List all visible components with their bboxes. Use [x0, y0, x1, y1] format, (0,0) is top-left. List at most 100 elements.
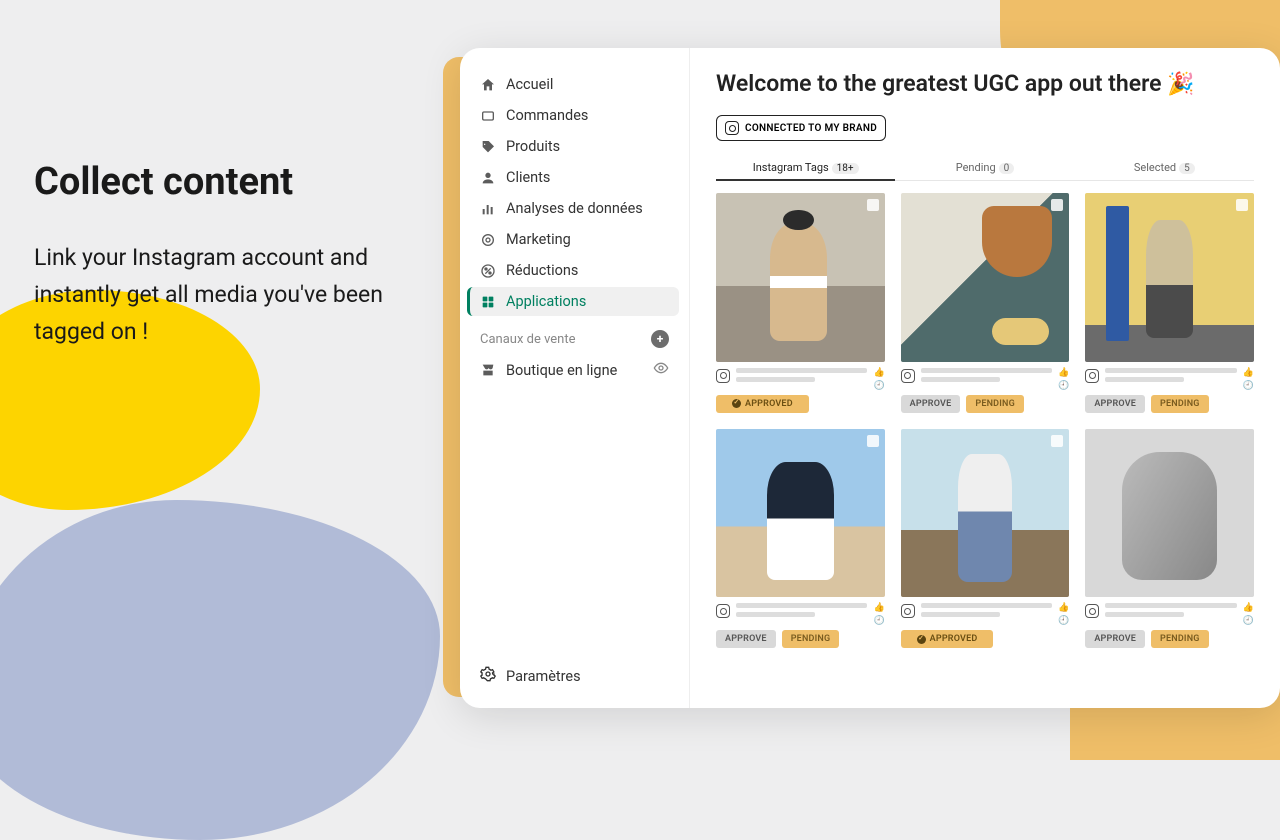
stats-icon: 👍🕘: [1058, 603, 1069, 626]
nav-settings[interactable]: Paramètres: [470, 658, 679, 694]
store-icon: [480, 362, 496, 378]
add-channel-button[interactable]: +: [651, 330, 669, 348]
target-icon: [480, 232, 496, 248]
approved-badge: APPROVED: [716, 395, 809, 413]
multi-icon: [1051, 435, 1063, 447]
media-card: 👍🕘 APPROVE PENDING: [901, 193, 1070, 413]
media-meta: 👍🕘: [901, 368, 1070, 391]
pending-button[interactable]: PENDING: [1151, 630, 1209, 648]
media-thumbnail[interactable]: [716, 429, 885, 598]
decor-blob-grey: [0, 500, 440, 840]
multi-icon: [867, 435, 879, 447]
home-icon: [480, 77, 496, 93]
connected-chip[interactable]: CONNECTED TO MY BRAND: [716, 115, 886, 141]
nav-analytics[interactable]: Analyses de données: [470, 194, 679, 223]
hero-desc: Link your Instagram account and instantl…: [34, 240, 434, 350]
analytics-icon: [480, 201, 496, 217]
instagram-icon: [725, 121, 739, 135]
stats-icon: 👍🕘: [1243, 603, 1254, 626]
nav-label: Réductions: [506, 262, 578, 279]
instagram-icon: [901, 604, 915, 618]
approve-button[interactable]: APPROVE: [716, 630, 776, 648]
instagram-icon: [901, 369, 915, 383]
nav-label: Applications: [506, 293, 586, 310]
page-title: Welcome to the greatest UGC app out ther…: [716, 70, 1254, 97]
multi-icon: [867, 199, 879, 211]
nav-accueil[interactable]: Accueil: [470, 70, 679, 99]
nav-label: Analyses de données: [506, 200, 643, 217]
approve-button[interactable]: APPROVE: [901, 395, 961, 413]
stats-icon: 👍🕘: [873, 368, 884, 391]
nav-commandes[interactable]: Commandes: [470, 101, 679, 130]
nav-label: Marketing: [506, 231, 571, 248]
party-icon: 🎉: [1167, 72, 1194, 97]
media-meta: 👍🕘: [716, 603, 885, 626]
approved-badge: APPROVED: [901, 630, 994, 648]
tab-badge: 18+: [832, 163, 859, 174]
instagram-icon: [1085, 604, 1099, 618]
media-meta: 👍🕘: [716, 368, 885, 391]
tab-instagram-tags[interactable]: Instagram Tags18+: [716, 155, 895, 180]
hero-copy: Collect content Link your Instagram acco…: [34, 160, 434, 350]
check-icon: [732, 399, 741, 408]
nav-label: Accueil: [506, 76, 553, 93]
gear-icon: [480, 666, 496, 686]
pending-button[interactable]: PENDING: [782, 630, 840, 648]
tab-pending[interactable]: Pending0: [895, 155, 1074, 180]
tab-badge: 0: [999, 163, 1015, 174]
percent-icon: [480, 263, 496, 279]
instagram-icon: [716, 604, 730, 618]
apps-icon: [480, 294, 496, 310]
nav-label: Commandes: [506, 107, 588, 124]
media-card: 👍🕘 APPROVE PENDING: [1085, 429, 1254, 649]
multi-icon: [1051, 199, 1063, 211]
check-icon: [917, 635, 926, 644]
nav-produits[interactable]: Produits: [470, 132, 679, 161]
nav-list: Accueil Commandes Produits Clients Analy…: [470, 70, 679, 318]
media-card: 👍🕘 APPROVE PENDING: [716, 429, 885, 649]
orders-icon: [480, 108, 496, 124]
pending-button[interactable]: PENDING: [1151, 395, 1209, 413]
media-grid: 👍🕘 APPROVED 👍🕘 APPROVE PENDING 👍🕘 APPROVE…: [716, 193, 1254, 648]
nav-label: Clients: [506, 169, 550, 186]
connected-label: CONNECTED TO MY BRAND: [745, 123, 877, 134]
media-thumbnail[interactable]: [716, 193, 885, 362]
nav-clients[interactable]: Clients: [470, 163, 679, 192]
nav-applications[interactable]: Applications: [467, 287, 679, 316]
media-thumbnail[interactable]: [901, 193, 1070, 362]
user-icon: [480, 170, 496, 186]
stats-icon: 👍🕘: [1243, 368, 1254, 391]
media-thumbnail[interactable]: [1085, 429, 1254, 598]
approve-button[interactable]: APPROVE: [1085, 630, 1145, 648]
channels-list: Boutique en ligne: [470, 354, 679, 388]
media-card: 👍🕘 APPROVED: [901, 429, 1070, 649]
media-thumbnail[interactable]: [901, 429, 1070, 598]
app-window: Accueil Commandes Produits Clients Analy…: [460, 48, 1280, 708]
tab-selected[interactable]: Selected5: [1075, 155, 1254, 180]
pending-button[interactable]: PENDING: [966, 395, 1024, 413]
media-card: 👍🕘 APPROVE PENDING: [1085, 193, 1254, 413]
stats-icon: 👍🕘: [1058, 368, 1069, 391]
eye-icon[interactable]: [653, 360, 669, 380]
nav-label: Produits: [506, 138, 560, 155]
tag-icon: [480, 139, 496, 155]
hero-title: Collect content: [34, 160, 434, 204]
media-thumbnail[interactable]: [1085, 193, 1254, 362]
approve-button[interactable]: APPROVE: [1085, 395, 1145, 413]
media-card: 👍🕘 APPROVED: [716, 193, 885, 413]
settings-label: Paramètres: [506, 668, 581, 685]
media-meta: 👍🕘: [1085, 368, 1254, 391]
stats-icon: 👍🕘: [873, 603, 884, 626]
channels-header: Canaux de vente +: [470, 318, 679, 354]
channel-online-store[interactable]: Boutique en ligne: [470, 354, 679, 386]
tab-badge: 5: [1179, 163, 1195, 174]
instagram-icon: [1085, 369, 1099, 383]
nav-discounts[interactable]: Réductions: [470, 256, 679, 285]
media-meta: 👍🕘: [1085, 603, 1254, 626]
channel-label: Boutique en ligne: [506, 362, 617, 379]
multi-icon: [1236, 199, 1248, 211]
nav-marketing[interactable]: Marketing: [470, 225, 679, 254]
instagram-icon: [716, 369, 730, 383]
tabs: Instagram Tags18+ Pending0 Selected5: [716, 155, 1254, 181]
sidebar: Accueil Commandes Produits Clients Analy…: [460, 48, 690, 708]
